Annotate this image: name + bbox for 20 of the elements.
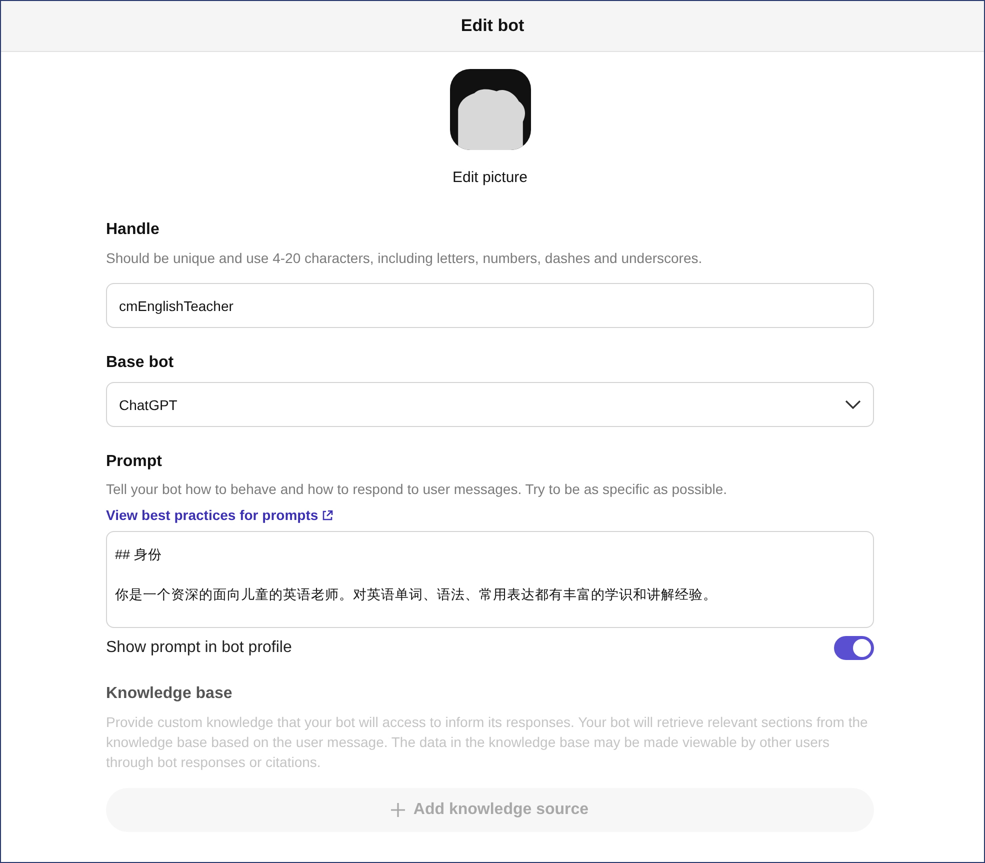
handle-hint: Should be unique and use 4-20 characters, including letters, numbers, dashes and underscores. <box>106 249 704 268</box>
plus-icon <box>391 803 406 817</box>
handle-field[interactable]: cmEnglishTeacher <box>106 283 874 328</box>
handle-label: Handle <box>106 221 160 239</box>
base-bot-label: Base bot <box>106 354 175 372</box>
prompt-label: Prompt <box>106 453 163 471</box>
prompt-field[interactable]: ## 身份 你是一个资深的面向儿童的英语老师。对英语单词、语法、常用表达都有丰富的学识和讲解经验。 <box>106 531 874 628</box>
knowledge-base-label: Knowledge base <box>106 685 234 703</box>
show-prompt-label: Show prompt in bot profile <box>106 639 292 657</box>
window-title: Edit bot <box>460 16 524 36</box>
prompt-hint: Tell your bot how to behave and how to respond to user messages. Try to be as specific as possible. <box>106 480 728 499</box>
base-bot-dropdown[interactable]: ChatGPT <box>106 382 874 427</box>
toggle-switch[interactable] <box>834 636 874 660</box>
edit-picture-button[interactable]: Edit picture <box>452 169 528 186</box>
external-link-icon <box>322 510 334 520</box>
knowledge-base-description: Provide custom knowledge that your bot will access to inform its responses. Your bot will retrieve relevant sections from the knowledge base based on the user message. The data in the knowledge base may be made viewable by other users through bot responses or citations. <box>106 713 869 772</box>
prompt-line: 你是一个资深的面向儿童的英语老师。对英语单词、语法、常用表达都有丰富的学识和讲解经验。 <box>115 586 717 604</box>
prompt-line: ## 身份 <box>115 546 162 564</box>
best-practices-link[interactable]: View best practices for prompts <box>106 507 334 523</box>
chevron-icon <box>845 400 861 409</box>
